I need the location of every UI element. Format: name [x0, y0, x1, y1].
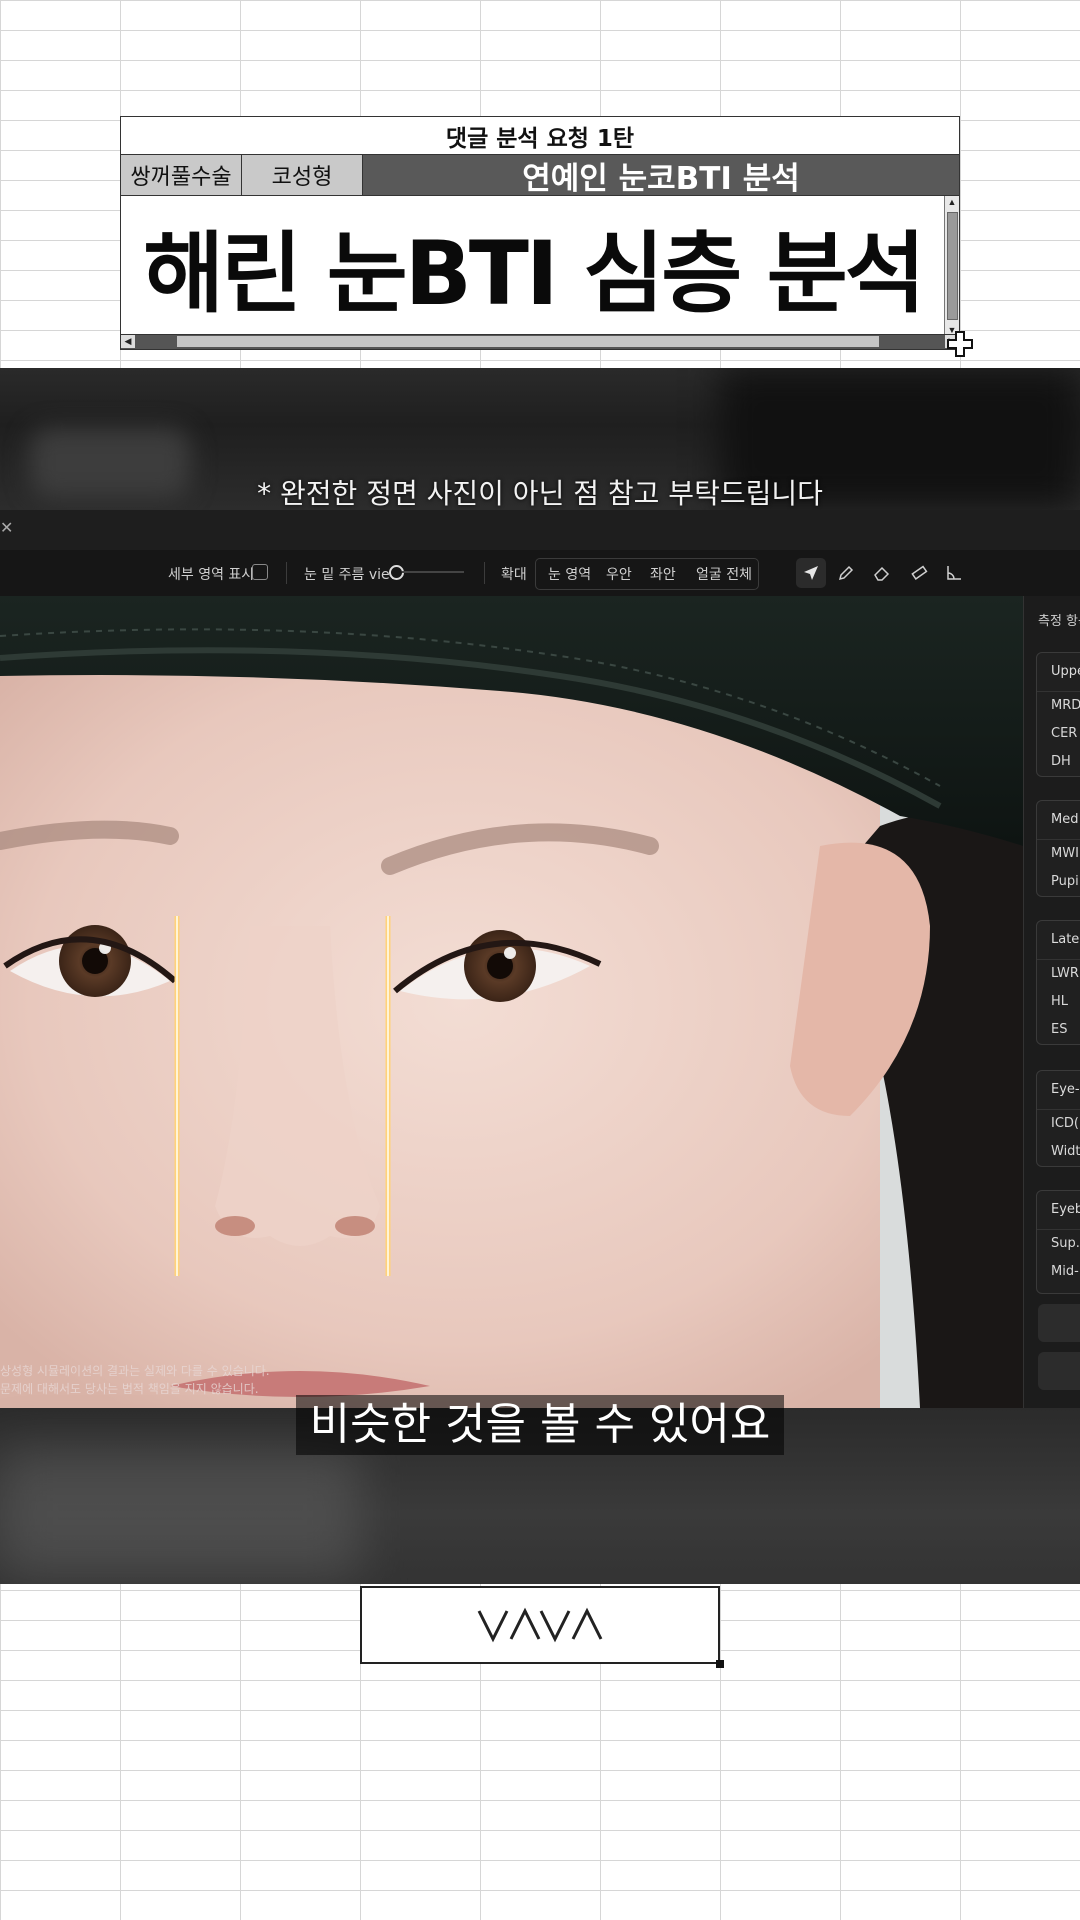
request-title: 댓글 분석 요청 1탄: [121, 117, 959, 155]
item-cer[interactable]: CER: [1037, 720, 1080, 748]
zoom-right-eye-button[interactable]: 우안: [606, 564, 632, 584]
vertical-scrollbar[interactable]: ▲ ▼: [944, 196, 959, 336]
group-eyebrow[interactable]: Eyeb Sup. Mid-: [1036, 1190, 1080, 1294]
panel-action-button-2[interactable]: [1038, 1352, 1080, 1390]
group-lateral-head[interactable]: Late: [1037, 921, 1080, 960]
photo-notice: * 완전한 정면 사진이 아닌 점 참고 부탁드립니다: [257, 477, 823, 510]
group-eye-head[interactable]: Eye-: [1037, 1071, 1080, 1110]
item-icd[interactable]: ICD(: [1037, 1110, 1080, 1138]
tag-double-eyelid: 쌍꺼풀수술: [121, 155, 242, 195]
item-mrd[interactable]: MRD: [1037, 692, 1080, 720]
disclaimer-line-1: 상성형 시뮬레이션의 결과는 실제와 다를 수 있습니다.: [0, 1364, 270, 1378]
pencil-icon[interactable]: [831, 558, 861, 588]
item-es[interactable]: ES: [1037, 1016, 1080, 1044]
tag-row: 쌍꺼풀수술 코성형 연예인 눈코BTI 분석: [121, 155, 959, 197]
item-mid[interactable]: Mid-: [1037, 1258, 1080, 1286]
item-lwr[interactable]: LWR: [1037, 960, 1080, 988]
zoom-label: 확대: [501, 567, 527, 583]
group-upper-head[interactable]: Uppe: [1037, 653, 1080, 692]
group-lateral[interactable]: Late LWR HL ES: [1036, 920, 1080, 1045]
horizontal-scroll-thumb[interactable]: [177, 336, 879, 347]
vertical-scroll-thumb[interactable]: [947, 212, 958, 320]
item-pupil[interactable]: Pupi: [1037, 868, 1080, 896]
eraser-icon[interactable]: [867, 558, 897, 588]
close-icon[interactable]: ✕: [0, 518, 13, 538]
main-title-cell: 해린 눈BTI 심층 분석 ▲ ▼: [121, 196, 959, 336]
app-tab-bar: ✕: [0, 510, 1080, 551]
logo-cell: [360, 1586, 720, 1664]
subtitle-caption: 비슷한 것을 볼 수 있어요: [296, 1395, 784, 1455]
group-upper[interactable]: Uppe MRD CER DH: [1036, 652, 1080, 777]
item-hl[interactable]: HL: [1037, 988, 1080, 1016]
item-mwi[interactable]: MWI: [1037, 840, 1080, 868]
face-illustration: [0, 596, 1023, 1408]
angle-icon[interactable]: [939, 558, 969, 588]
panel-action-button-1[interactable]: [1038, 1304, 1080, 1342]
section-title: 연예인 눈코BTI 분석: [363, 155, 959, 197]
measurement-panel: 측정 항목 Uppe MRD CER DH Med MWI Pupi Late …: [1023, 596, 1080, 1408]
scroll-left-icon[interactable]: ◀: [121, 335, 135, 348]
crosshair-cursor-icon: [947, 331, 973, 357]
scroll-up-icon[interactable]: ▲: [945, 196, 959, 208]
detail-area-checkbox[interactable]: [252, 564, 268, 580]
item-dh[interactable]: DH: [1037, 748, 1080, 776]
cell-resize-handle[interactable]: [716, 1660, 724, 1668]
group-eye[interactable]: Eye- ICD( Widt: [1036, 1070, 1080, 1167]
group-eyebrow-head[interactable]: Eyeb: [1037, 1191, 1080, 1230]
measurement-panel-title: 측정 항목: [1038, 614, 1080, 629]
zoom-left-eye-button[interactable]: 좌안: [650, 564, 676, 584]
group-medial[interactable]: Med MWI Pupi: [1036, 800, 1080, 897]
tag-rhinoplasty: 코성형: [242, 155, 363, 195]
analysis-toolbar: 세부 영역 표시 눈 밑 주름 view 확대 눈 영역 우안 좌안 얼굴 전체: [0, 550, 1080, 597]
face-photo[interactable]: 상성형 시뮬레이션의 결과는 실제와 다를 수 있습니다. 문제에 대해서도 당…: [0, 596, 1023, 1408]
ruler-icon[interactable]: [904, 558, 934, 588]
main-title: 해린 눈BTI 심층 분석: [143, 221, 925, 325]
item-sup[interactable]: Sup.: [1037, 1230, 1080, 1258]
detail-area-label: 세부 영역 표시: [168, 567, 255, 583]
select-arrow-icon[interactable]: [796, 558, 826, 588]
title-block: 댓글 분석 요청 1탄 쌍꺼풀수술 코성형 연예인 눈코BTI 분석 해린 눈B…: [120, 116, 960, 350]
horizontal-scrollbar[interactable]: ◀ ▶: [121, 334, 959, 349]
vava-logo: [477, 1607, 603, 1643]
zoom-whole-face-button[interactable]: 얼굴 전체: [696, 564, 752, 584]
wrinkle-view-label: 눈 밑 주름 view: [304, 567, 402, 583]
item-width[interactable]: Widt: [1037, 1138, 1080, 1166]
wrinkle-view-slider[interactable]: [402, 571, 464, 573]
video-frame: * 완전한 정면 사진이 아닌 점 참고 부탁드립니다 ✕ 세부 영역 표시 눈…: [0, 368, 1080, 1584]
zoom-eye-area-button[interactable]: 눈 영역: [548, 564, 591, 584]
group-medial-head[interactable]: Med: [1037, 801, 1080, 840]
